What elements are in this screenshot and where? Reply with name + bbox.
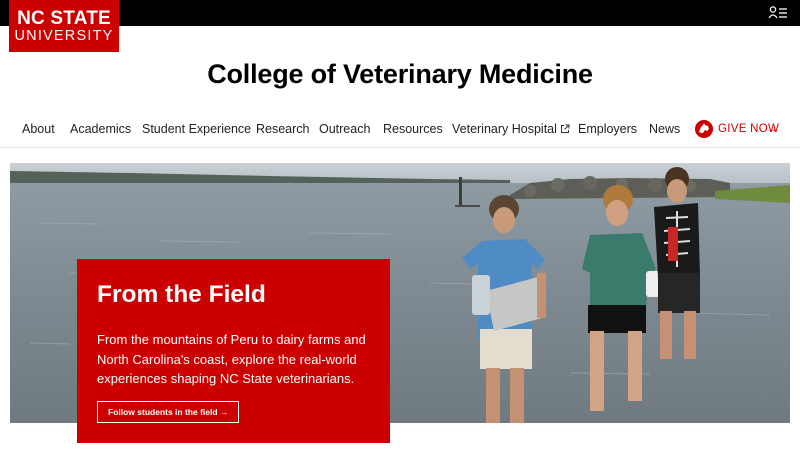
hero-heading: From the Field (97, 281, 266, 308)
hero-body-text: From the mountains of Peru to dairy farm… (97, 332, 366, 386)
nav-item-veterinary-hospital-label: Veterinary Hospital (452, 122, 557, 136)
logo-line-2: UNIVERSITY (14, 28, 114, 44)
wolf-icon (695, 120, 713, 138)
menu-list-icon[interactable] (768, 5, 788, 21)
nav-divider (0, 147, 800, 148)
logo-line-1: NC STATE (17, 8, 111, 29)
follow-students-button[interactable]: Follow students in the field → (97, 401, 240, 423)
nav-item-employers[interactable]: Employers (578, 122, 637, 136)
nc-state-logo[interactable]: NC STATE UNIVERSITY (9, 0, 119, 52)
arrow-right-icon: → (766, 121, 778, 135)
nav-item-veterinary-hospital[interactable]: Veterinary Hospital (452, 122, 570, 137)
nav-item-student-experience[interactable]: Student Experience (142, 122, 251, 136)
top-bar (0, 0, 800, 26)
nav-item-outreach[interactable]: Outreach (319, 122, 370, 136)
nav-item-resources[interactable]: Resources (383, 122, 443, 136)
nav-item-academics[interactable]: Academics (70, 122, 131, 136)
nav-item-news[interactable]: News (649, 122, 680, 136)
nav-item-about[interactable]: About (22, 122, 55, 136)
site-title[interactable]: College of Veterinary Medicine (0, 59, 800, 90)
external-link-icon (560, 123, 570, 137)
hero-card: From the Field From the mountains of Per… (77, 259, 390, 443)
nav-item-research[interactable]: Research (256, 122, 310, 136)
main-nav: About Academics Student Experience Resea… (0, 118, 800, 146)
